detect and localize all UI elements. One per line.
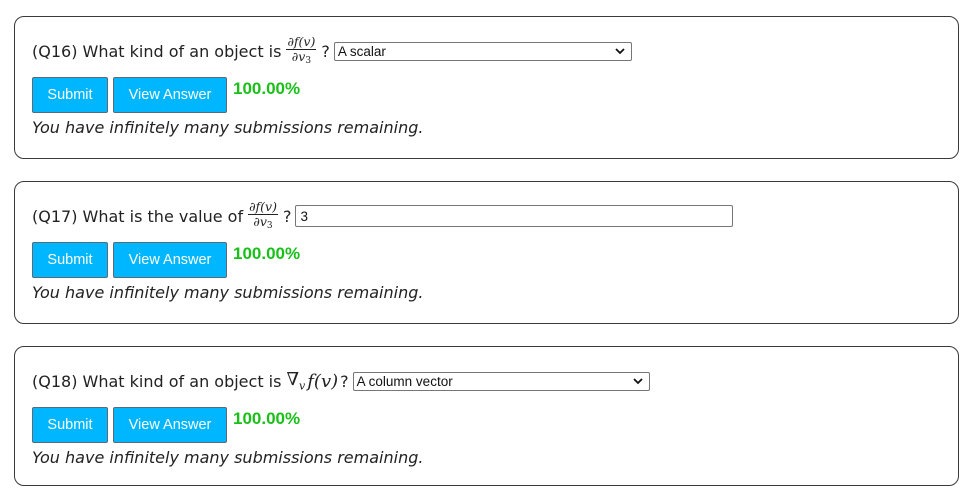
- question-number: (Q16): [32, 41, 78, 61]
- answer-select[interactable]: A scalar: [333, 41, 632, 61]
- answer-input[interactable]: 3: [295, 205, 734, 227]
- question-card-q17: (Q17) What is the value of ∂f(v) ∂v3 ? 3…: [14, 181, 959, 324]
- fraction-numerator: ∂f(v): [248, 198, 278, 216]
- submit-button[interactable]: Submit: [32, 77, 108, 113]
- button-row: Submit View Answer 100.00%: [32, 242, 300, 278]
- submit-button[interactable]: Submit: [32, 407, 108, 443]
- question-mark: ?: [321, 41, 330, 61]
- submissions-remaining: You have infinitely many submissions rem…: [32, 448, 424, 467]
- view-answer-button[interactable]: View Answer: [113, 77, 227, 113]
- question-line: (Q18) What kind of an object is ∇v f(v) ?…: [32, 367, 650, 395]
- button-row: Submit View Answer 100.00%: [32, 77, 300, 113]
- view-answer-button[interactable]: View Answer: [113, 242, 227, 278]
- nabla-icon: ∇: [286, 369, 300, 391]
- partial-derivative-expression: ∂f(v) ∂v3: [286, 33, 317, 67]
- score-text: 100.00%: [233, 79, 301, 98]
- view-answer-button[interactable]: View Answer: [113, 407, 227, 443]
- question-mark: ?: [340, 371, 349, 391]
- submissions-remaining: You have infinitely many submissions rem…: [32, 283, 424, 302]
- question-card-q18: (Q18) What kind of an object is ∇v f(v) ?…: [14, 346, 959, 486]
- question-mark: ?: [282, 206, 292, 226]
- gradient-expression: ∇v: [286, 369, 306, 393]
- partial-derivative-expression: ∂f(v) ∂v3: [248, 198, 278, 232]
- question-text: What kind of an object is: [82, 41, 282, 61]
- fraction-denominator: ∂v3: [291, 49, 312, 67]
- score-text: 100.00%: [233, 409, 301, 428]
- chevron-down-icon: [633, 378, 643, 385]
- input-value: 3: [300, 208, 308, 224]
- submissions-remaining: You have infinitely many submissions rem…: [32, 118, 424, 137]
- question-line: (Q17) What is the value of ∂f(v) ∂v3 ? 3: [32, 198, 734, 232]
- question-card-q16: (Q16) What kind of an object is ∂f(v) ∂v…: [14, 16, 959, 159]
- fraction-numerator: ∂f(v): [286, 33, 317, 51]
- chevron-down-icon: [615, 48, 625, 55]
- function-expression: f(v): [307, 370, 339, 392]
- answer-select[interactable]: A column vector: [352, 371, 650, 391]
- question-line: (Q16) What kind of an object is ∂f(v) ∂v…: [32, 33, 632, 67]
- submit-button[interactable]: Submit: [32, 242, 108, 278]
- score-text: 100.00%: [233, 244, 301, 263]
- question-number: (Q17): [32, 206, 78, 226]
- question-number: (Q18): [32, 371, 78, 391]
- select-value: A column vector: [356, 373, 453, 389]
- fraction-denominator: ∂v3: [253, 214, 273, 232]
- question-text: What is the value of: [82, 206, 244, 226]
- button-row: Submit View Answer 100.00%: [32, 407, 300, 443]
- question-text: What kind of an object is: [82, 371, 282, 391]
- select-value: A scalar: [337, 43, 386, 59]
